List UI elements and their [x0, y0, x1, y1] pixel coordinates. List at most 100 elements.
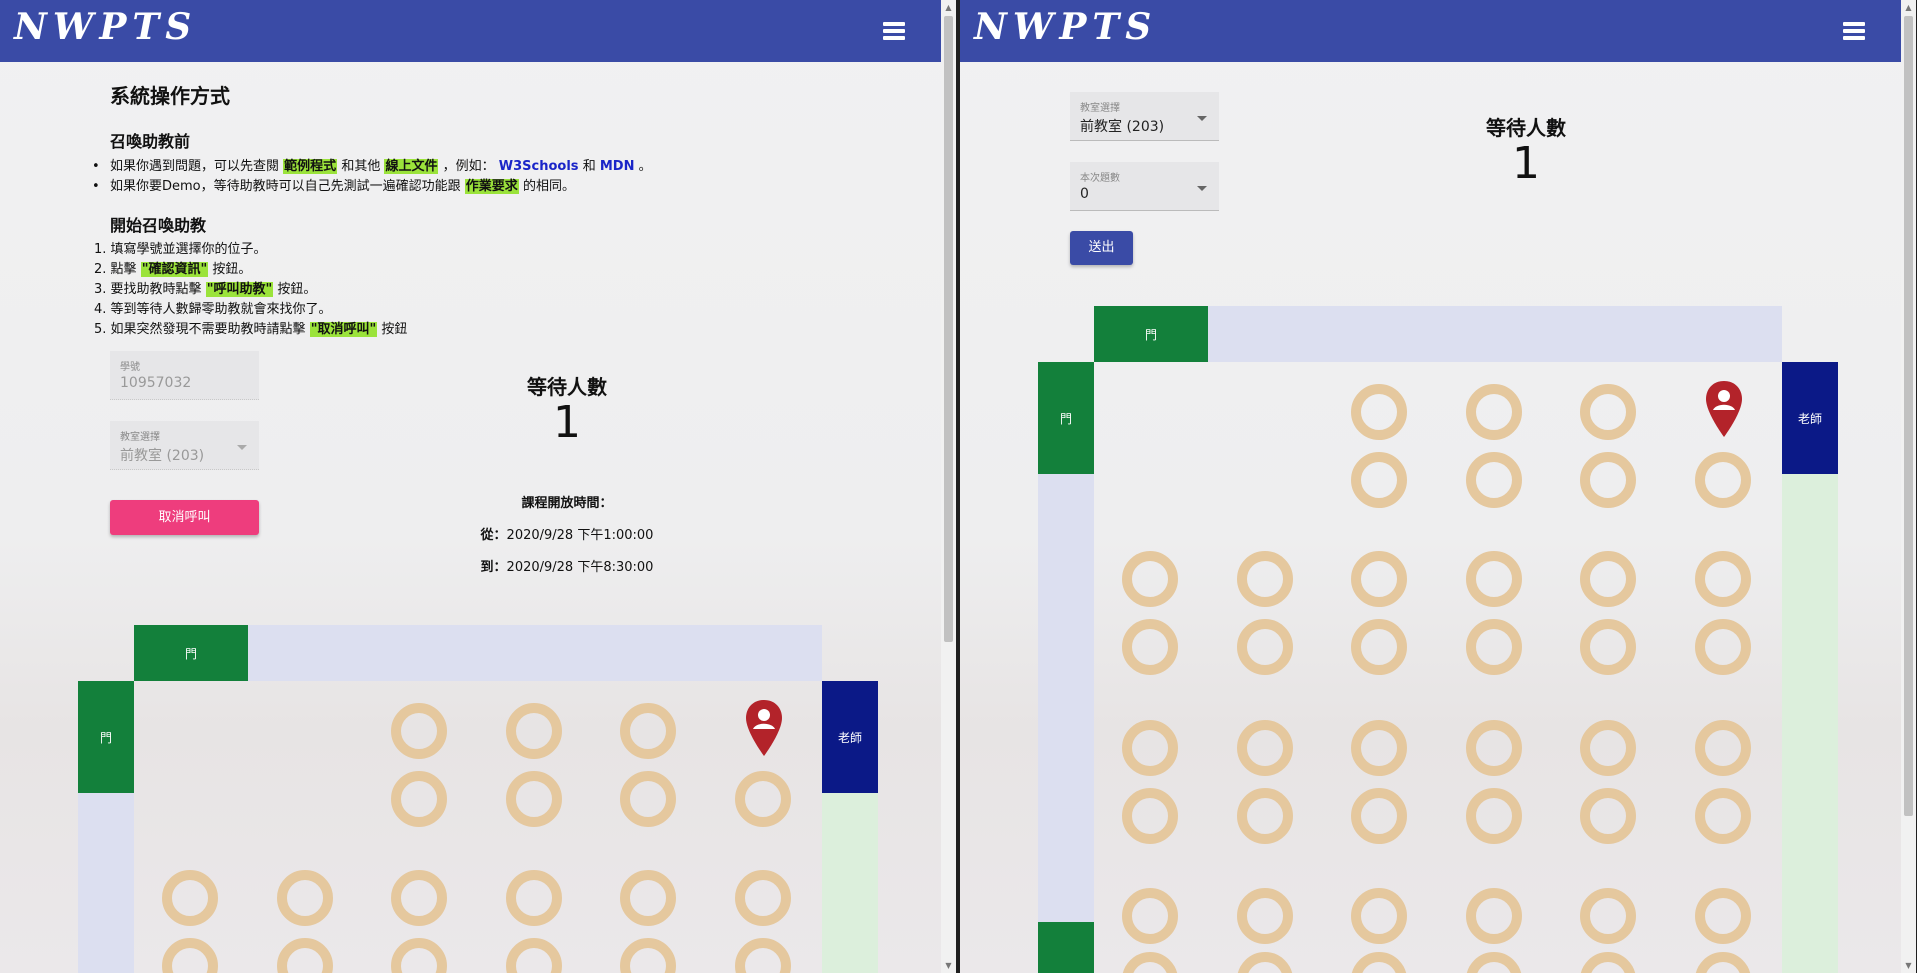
- start-heading: 開始召喚助教: [110, 216, 207, 235]
- seat[interactable]: [1122, 888, 1178, 944]
- seat[interactable]: [1580, 452, 1636, 508]
- seat[interactable]: [1695, 888, 1751, 944]
- location-pin-icon: [746, 700, 782, 756]
- seat[interactable]: [1580, 551, 1636, 607]
- seat[interactable]: [1695, 551, 1751, 607]
- seat[interactable]: [1580, 888, 1636, 944]
- seat[interactable]: [620, 771, 676, 827]
- seat[interactable]: [391, 703, 447, 759]
- seat[interactable]: [1580, 384, 1636, 440]
- example-code-highlight: 範例程式: [283, 159, 338, 174]
- step-5: 5. 如果突然發現不需要助教時請點擊 "取消呼叫" 按鈕: [94, 322, 408, 337]
- left-scrollbar[interactable]: ▲ ▼: [941, 0, 956, 973]
- before-item-1: • 如果你遇到問題，可以先查閱 範例程式 和其他 線上文件 ，例如： W3Scho…: [92, 159, 652, 174]
- seat[interactable]: [1466, 788, 1522, 844]
- seat[interactable]: [1237, 952, 1293, 973]
- seat[interactable]: [620, 870, 676, 926]
- seat[interactable]: [506, 771, 562, 827]
- seat[interactable]: [1122, 551, 1178, 607]
- classroom-value: 前教室 (203): [120, 448, 205, 464]
- instructions-title: 系統操作方式: [110, 84, 230, 108]
- seat[interactable]: [1466, 952, 1522, 973]
- right-scrollbar[interactable]: ▲ ▼: [1901, 0, 1916, 973]
- seat[interactable]: [1695, 788, 1751, 844]
- menu-icon[interactable]: [1843, 22, 1865, 40]
- seat[interactable]: [735, 870, 791, 926]
- seat[interactable]: [1351, 551, 1407, 607]
- classroom-select[interactable]: 教室選擇 前教室 (203): [110, 421, 259, 470]
- seat[interactable]: [1695, 452, 1751, 508]
- seat[interactable]: [1466, 720, 1522, 776]
- seat[interactable]: [1237, 720, 1293, 776]
- menu-icon[interactable]: [883, 22, 905, 40]
- student-id-value: 10957032: [120, 375, 192, 391]
- seat[interactable]: [1351, 619, 1407, 675]
- door-bottom: [1038, 922, 1094, 973]
- seat[interactable]: [1351, 952, 1407, 973]
- waiting-title: 等待人數: [527, 375, 607, 399]
- seat[interactable]: [506, 703, 562, 759]
- seat[interactable]: [1122, 619, 1178, 675]
- cancel-call-button[interactable]: 取消呼叫: [110, 500, 259, 535]
- seat[interactable]: [620, 938, 676, 973]
- seat[interactable]: [1695, 952, 1751, 973]
- w3schools-link[interactable]: W3Schools: [499, 159, 579, 174]
- classroom-value: 前教室 (203): [1080, 119, 1165, 135]
- seat[interactable]: [1351, 720, 1407, 776]
- step-4: 4. 等到等待人數歸零助教就會來找你了。: [94, 302, 332, 317]
- seat[interactable]: [1351, 788, 1407, 844]
- seat[interactable]: [506, 938, 562, 973]
- seat[interactable]: [277, 870, 333, 926]
- aisle-right: [822, 793, 878, 973]
- schedule-to: 到：2020/9/28 下午8:30:00: [480, 560, 654, 575]
- seat[interactable]: [1466, 888, 1522, 944]
- seat[interactable]: [1695, 720, 1751, 776]
- seat[interactable]: [162, 938, 218, 973]
- seat[interactable]: [1237, 888, 1293, 944]
- seat[interactable]: [1122, 952, 1178, 973]
- seat[interactable]: [1237, 788, 1293, 844]
- classroom-label: 教室選擇: [120, 432, 160, 443]
- waiting-count: 1: [553, 397, 581, 448]
- seat[interactable]: [391, 771, 447, 827]
- seat[interactable]: [391, 870, 447, 926]
- brand-logo[interactable]: NWPTS: [974, 6, 1157, 48]
- seat[interactable]: [1351, 452, 1407, 508]
- app-bar: NWPTS: [0, 0, 941, 62]
- location-pin-icon: [1706, 381, 1742, 437]
- seat[interactable]: [1237, 551, 1293, 607]
- seat[interactable]: [506, 870, 562, 926]
- chevron-down-icon: [1197, 116, 1207, 121]
- seat[interactable]: [1122, 720, 1178, 776]
- waiting-count: 1: [1512, 138, 1540, 189]
- seat[interactable]: [1466, 452, 1522, 508]
- seat[interactable]: [735, 938, 791, 973]
- teacher-desk: 老師: [1782, 362, 1838, 474]
- seat[interactable]: [1580, 720, 1636, 776]
- seat[interactable]: [1580, 952, 1636, 973]
- seat[interactable]: [735, 771, 791, 827]
- mdn-link[interactable]: MDN: [600, 159, 635, 174]
- classroom-select[interactable]: 教室選擇 前教室 (203): [1070, 92, 1219, 141]
- seat[interactable]: [1351, 384, 1407, 440]
- seat[interactable]: [1122, 788, 1178, 844]
- seat[interactable]: [162, 870, 218, 926]
- seat[interactable]: [1580, 619, 1636, 675]
- question-count-select[interactable]: 本次題數 0: [1070, 162, 1219, 211]
- seat[interactable]: [1466, 551, 1522, 607]
- seat[interactable]: [1695, 619, 1751, 675]
- seat[interactable]: [1466, 384, 1522, 440]
- aisle-right: [1782, 474, 1838, 973]
- seat[interactable]: [1237, 619, 1293, 675]
- seat[interactable]: [391, 938, 447, 973]
- question-count-label: 本次題數: [1080, 173, 1120, 184]
- seat[interactable]: [620, 703, 676, 759]
- aisle-top: [1208, 306, 1782, 362]
- seat[interactable]: [277, 938, 333, 973]
- brand-logo[interactable]: NWPTS: [14, 6, 197, 48]
- seat[interactable]: [1351, 888, 1407, 944]
- seat[interactable]: [1466, 619, 1522, 675]
- seat[interactable]: [1580, 788, 1636, 844]
- submit-button[interactable]: 送出: [1070, 231, 1133, 265]
- student-id-field[interactable]: 學號 10957032: [110, 351, 259, 400]
